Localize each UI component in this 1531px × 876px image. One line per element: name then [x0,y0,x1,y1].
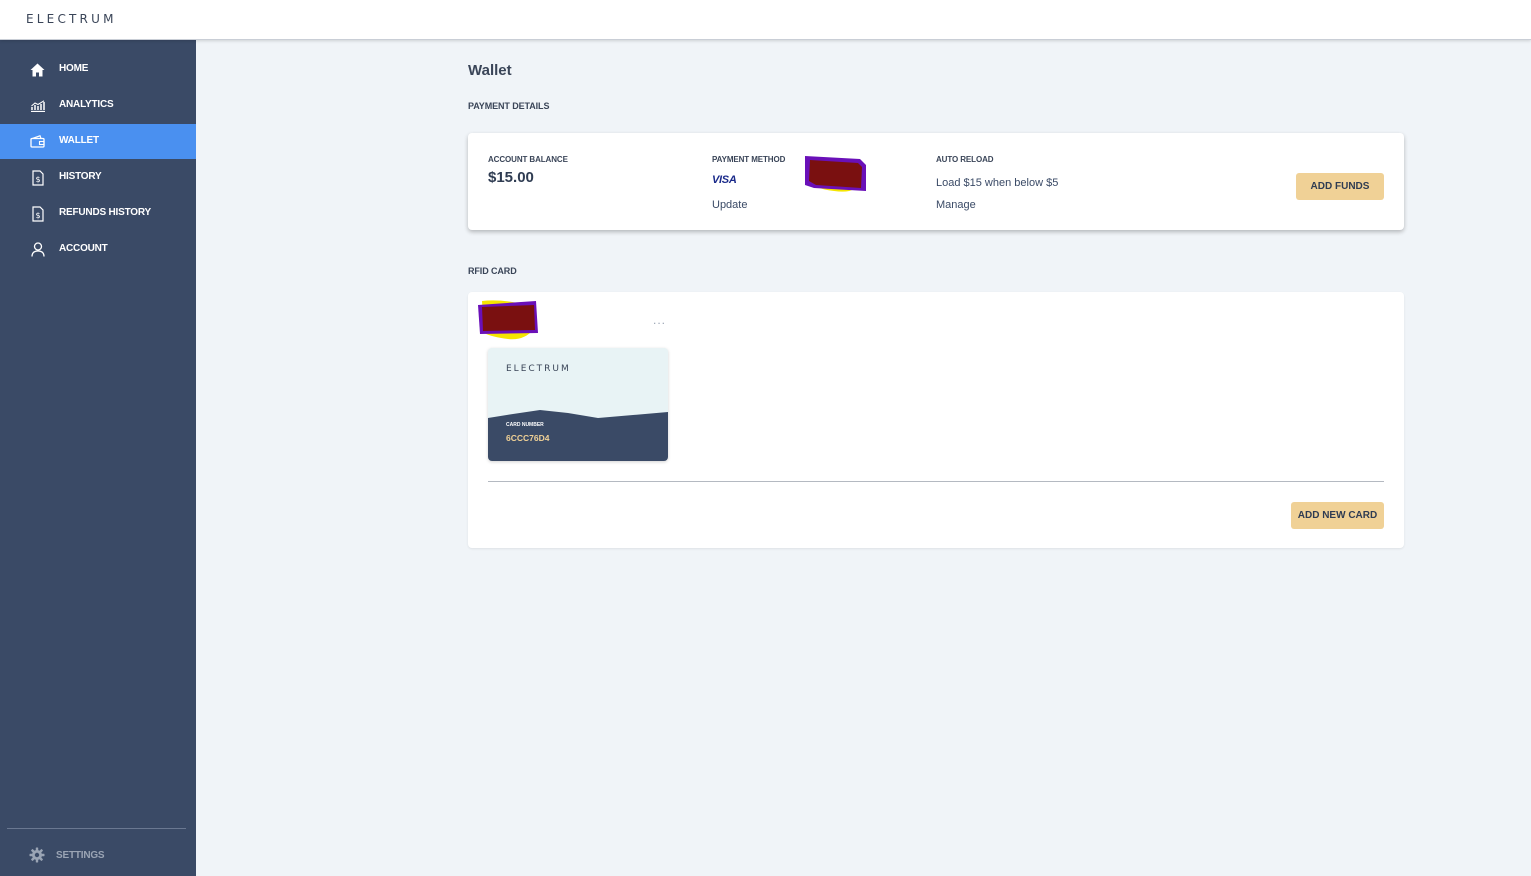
update-payment-link[interactable]: Update [712,199,747,211]
sidebar-item-history[interactable]: $ HISTORY [0,160,196,195]
page-title: Wallet [468,62,512,79]
sidebar-item-label: HOME [59,63,89,74]
payment-details-panel: ACCOUNT BALANCE $15.00 PAYMENT METHOD VI… [468,133,1404,230]
card-number-label: CARD NUMBER [506,422,544,428]
sidebar-item-refunds-history[interactable]: $ REFUNDS HISTORY [0,196,196,231]
sidebar-item-label: WALLET [59,135,99,146]
svg-text:$: $ [35,175,40,184]
sidebar-item-label: ACCOUNT [59,243,108,254]
rfid-divider [488,481,1384,482]
rfid-card-heading: RFID CARD [468,266,517,276]
receipt-icon: $ [29,205,46,222]
manage-auto-reload-link[interactable]: Manage [936,199,976,211]
user-icon [29,241,46,258]
sidebar-item-label: HISTORY [59,171,102,182]
add-new-card-button[interactable]: ADD NEW CARD [1291,502,1384,529]
gear-icon [28,846,45,863]
card-brand-logo: ELECTRUM [506,364,571,374]
rfid-card-panel: ... ELECTRUM CARD NUMBER 6CCC76D4 ADD NE… [468,292,1404,548]
card-options-menu[interactable]: ... [653,314,666,326]
sidebar-item-analytics[interactable]: ANALYTICS [0,88,196,123]
auto-reload-label: AUTO RELOAD [936,155,994,164]
analytics-icon [29,97,46,114]
sidebar-divider [7,828,186,829]
settings-label: SETTINGS [56,850,105,861]
wallet-icon [29,133,46,150]
payment-details-heading: PAYMENT DETAILS [468,101,550,111]
sidebar-item-account[interactable]: ACCOUNT [0,232,196,267]
home-icon [29,61,46,78]
add-funds-button[interactable]: ADD FUNDS [1296,173,1384,200]
payment-method-label: PAYMENT METHOD [712,155,786,164]
visa-icon: VISA [712,174,737,186]
top-bar: ELECTRUM [0,0,1531,40]
redacted-card-info [804,155,868,193]
brand-logo[interactable]: ELECTRUM [26,12,117,26]
sidebar-item-label: REFUNDS HISTORY [59,207,152,218]
auto-reload-rule: Load $15 when below $5 [936,177,1059,189]
account-balance-value: $15.00 [488,169,534,186]
rfid-card[interactable]: ELECTRUM CARD NUMBER 6CCC76D4 [488,348,668,461]
redacted-card-name [478,299,540,341]
sidebar-item-label: ANALYTICS [59,99,114,110]
account-balance-label: ACCOUNT BALANCE [488,155,568,164]
sidebar-item-wallet[interactable]: WALLET [0,124,196,159]
card-number: 6CCC76D4 [506,433,550,443]
svg-text:$: $ [35,211,40,220]
sidebar: HOME ANALYTICS WALLET $ HISTORY $ REFUND… [0,40,196,876]
sidebar-item-home[interactable]: HOME [0,52,196,87]
sidebar-item-settings[interactable]: SETTINGS [0,840,196,870]
receipt-icon: $ [29,169,46,186]
